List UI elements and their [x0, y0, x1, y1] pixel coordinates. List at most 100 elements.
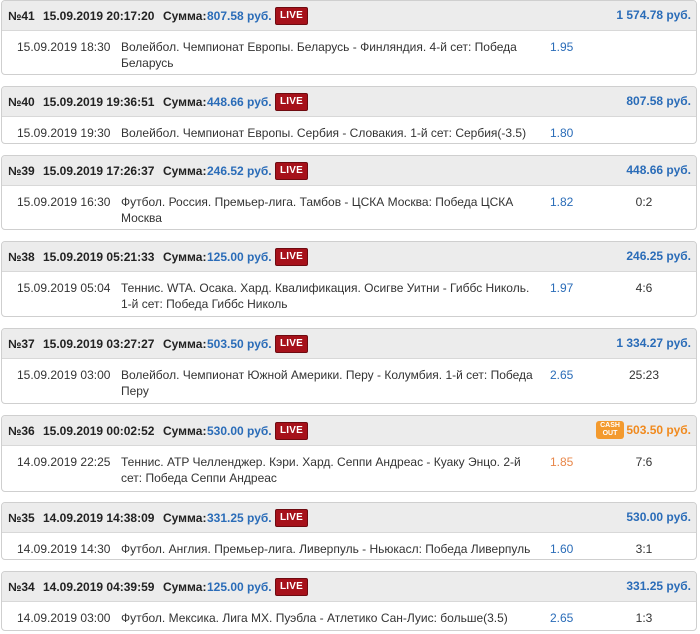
amount-label: Сумма:	[163, 9, 207, 23]
event-odds: 1.85	[550, 455, 574, 469]
event-score: 3:1	[635, 542, 653, 556]
event-odds: 1.80	[550, 126, 574, 140]
bet-datetime: 15.09.2019 17:26:37	[43, 164, 155, 178]
event-description: Футбол. Мексика. Лига MX. Пуэбла - Атлет…	[121, 611, 508, 625]
bet-number: №40	[8, 95, 35, 109]
event-description: Футбол. Россия. Премьер-лига. Тамбов - Ц…	[121, 195, 514, 225]
bet-header: №38 15.09.2019 05:21:33 Сумма: 125.00 ру…	[2, 242, 696, 272]
event-description: Волейбол. Чемпионат Европы. Беларусь - Ф…	[121, 40, 517, 70]
event-date: 15.09.2019 03:00	[17, 368, 111, 382]
live-badge: LIVE	[275, 93, 309, 111]
amount-label: Сумма:	[163, 95, 207, 109]
live-badge: LIVE	[275, 162, 309, 180]
bet-event-row: 14.09.2019 03:00 Футбол. Мексика. Лига M…	[2, 602, 696, 630]
event-date: 15.09.2019 19:30	[17, 126, 111, 140]
bet-payout: 1 334.27 руб.	[616, 336, 691, 350]
bet-datetime: 15.09.2019 05:21:33	[43, 250, 155, 264]
bet-header: №37 15.09.2019 03:27:27 Сумма: 503.50 ру…	[2, 329, 696, 359]
bet-card: №40 15.09.2019 19:36:51 Сумма: 448.66 ру…	[1, 86, 697, 144]
event-description: Волейбол. Чемпионат Южной Америки. Перу …	[121, 368, 533, 398]
bet-header: №39 15.09.2019 17:26:37 Сумма: 246.52 ру…	[2, 156, 696, 186]
bet-number: №36	[8, 424, 35, 438]
bet-amount: 530.00 руб.	[207, 424, 272, 438]
bet-datetime: 15.09.2019 19:36:51	[43, 95, 155, 109]
amount-label: Сумма:	[163, 424, 207, 438]
event-date: 15.09.2019 18:30	[17, 40, 111, 54]
cashout-icon-line2: OUT	[602, 430, 618, 437]
event-odds: 1.95	[550, 40, 574, 54]
bet-card: №37 15.09.2019 03:27:27 Сумма: 503.50 ру…	[1, 328, 697, 404]
event-date: 14.09.2019 14:30	[17, 542, 111, 556]
bet-number: №41	[8, 9, 35, 23]
bet-event-row: 14.09.2019 22:25 Теннис. ATP Челленджер.…	[2, 446, 696, 491]
bet-payout: 331.25 руб.	[626, 579, 691, 593]
bet-payout: 246.25 руб.	[626, 249, 691, 263]
bet-number: №37	[8, 337, 35, 351]
amount-label: Сумма:	[163, 164, 207, 178]
bet-payout: 503.50 руб.	[626, 423, 691, 437]
bet-payout: 448.66 руб.	[626, 163, 691, 177]
event-score: 4:6	[635, 281, 653, 295]
bet-event-row: 15.09.2019 05:04 Теннис. WTA. Осака. Хар…	[2, 272, 696, 316]
bet-number: №38	[8, 250, 35, 264]
event-description: Теннис. WTA. Осака. Хард. Квалификация. …	[121, 281, 530, 311]
bet-header: №35 14.09.2019 14:38:09 Сумма: 331.25 ру…	[2, 503, 696, 533]
bet-card: №38 15.09.2019 05:21:33 Сумма: 125.00 ру…	[1, 241, 697, 317]
live-badge: LIVE	[275, 578, 309, 596]
bet-datetime: 15.09.2019 03:27:27	[43, 337, 155, 351]
bet-amount: 125.00 руб.	[207, 250, 272, 264]
bet-amount: 807.58 руб.	[207, 9, 272, 23]
bet-datetime: 15.09.2019 20:17:20	[43, 9, 155, 23]
amount-label: Сумма:	[163, 337, 207, 351]
event-score: 1:3	[635, 611, 653, 625]
amount-label: Сумма:	[163, 511, 207, 525]
bet-card: №41 15.09.2019 20:17:20 Сумма: 807.58 ру…	[1, 0, 697, 75]
bet-number: №34	[8, 580, 35, 594]
bet-datetime: 14.09.2019 14:38:09	[43, 511, 155, 525]
event-odds: 1.82	[550, 195, 574, 209]
bet-header: №41 15.09.2019 20:17:20 Сумма: 807.58 ру…	[2, 1, 696, 31]
amount-label: Сумма:	[163, 250, 207, 264]
event-description: Волейбол. Чемпионат Европы. Сербия - Сло…	[121, 126, 527, 140]
bet-header: №34 14.09.2019 04:39:59 Сумма: 125.00 ру…	[2, 572, 696, 602]
bet-amount: 448.66 руб.	[207, 95, 272, 109]
bet-event-row: 15.09.2019 16:30 Футбол. Россия. Премьер…	[2, 186, 696, 229]
bet-event-row: 15.09.2019 18:30 Волейбол. Чемпионат Евр…	[2, 31, 696, 74]
bet-amount: 331.25 руб.	[207, 511, 272, 525]
bet-amount: 125.00 руб.	[207, 580, 272, 594]
event-date: 15.09.2019 16:30	[17, 195, 111, 209]
bet-event-row: 15.09.2019 19:30 Волейбол. Чемпионат Евр…	[2, 117, 696, 143]
cashout-icon-line1: CASH	[600, 422, 620, 429]
live-badge: LIVE	[275, 422, 309, 440]
bet-payout: 530.00 руб.	[626, 510, 691, 524]
live-badge: LIVE	[275, 509, 309, 527]
bet-event-row: 14.09.2019 14:30 Футбол. Англия. Премьер…	[2, 533, 696, 559]
event-odds: 1.60	[550, 542, 574, 556]
bet-amount: 503.50 руб.	[207, 337, 272, 351]
bet-datetime: 14.09.2019 04:39:59	[43, 580, 155, 594]
bet-header: №40 15.09.2019 19:36:51 Сумма: 448.66 ру…	[2, 87, 696, 117]
event-date: 15.09.2019 05:04	[17, 281, 111, 295]
event-odds: 1.97	[550, 281, 574, 295]
bet-card: №35 14.09.2019 14:38:09 Сумма: 331.25 ру…	[1, 502, 697, 560]
bet-header: №36 15.09.2019 00:02:52 Сумма: 530.00 ру…	[2, 416, 696, 446]
event-score: 7:6	[635, 455, 653, 469]
event-score: 25:23	[628, 368, 660, 382]
event-date: 14.09.2019 22:25	[17, 455, 111, 469]
bet-card: №36 15.09.2019 00:02:52 Сумма: 530.00 ру…	[1, 415, 697, 492]
event-description: Футбол. Англия. Премьер-лига. Ливерпуль …	[121, 542, 531, 556]
live-badge: LIVE	[275, 7, 309, 25]
event-description: Теннис. ATP Челленджер. Кэри. Хард. Сепп…	[121, 455, 521, 485]
bet-amount: 246.52 руб.	[207, 164, 272, 178]
bet-card: №39 15.09.2019 17:26:37 Сумма: 246.52 ру…	[1, 155, 697, 230]
bet-card: №34 14.09.2019 04:39:59 Сумма: 125.00 ру…	[1, 571, 697, 631]
bet-number: №35	[8, 511, 35, 525]
event-date: 14.09.2019 03:00	[17, 611, 111, 625]
live-badge: LIVE	[275, 248, 309, 266]
bet-payout: 1 574.78 руб.	[616, 8, 691, 22]
event-odds: 2.65	[550, 611, 574, 625]
cashout-icon: CASH OUT	[596, 421, 624, 439]
bet-number: №39	[8, 164, 35, 178]
live-badge: LIVE	[275, 335, 309, 353]
bet-datetime: 15.09.2019 00:02:52	[43, 424, 155, 438]
